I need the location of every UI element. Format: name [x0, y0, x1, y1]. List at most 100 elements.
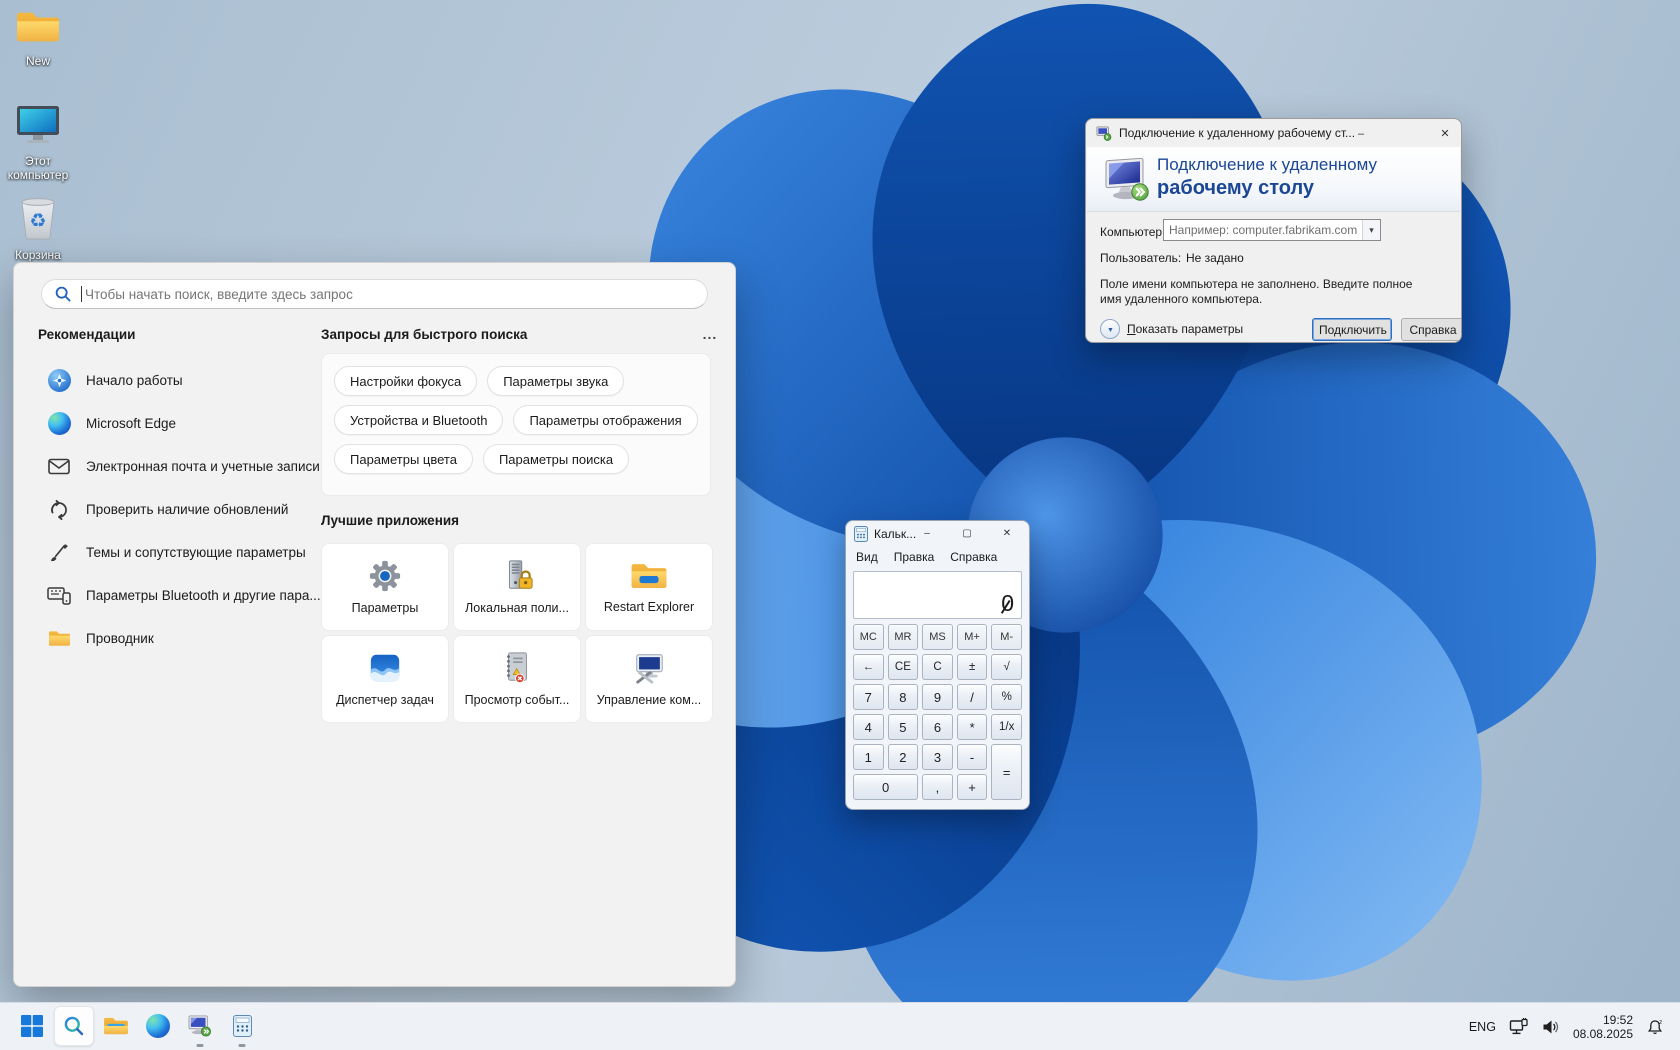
minimize-icon[interactable]: –: [1345, 121, 1377, 145]
chevron-down-icon[interactable]: ▾: [1362, 220, 1380, 240]
notification-bell-icon[interactable]: z: [1646, 1018, 1664, 1036]
desktop-icon-new-folder[interactable]: New: [0, 8, 76, 68]
calc-key-decimal[interactable]: ,: [922, 774, 953, 800]
calc-key-2[interactable]: 2: [887, 744, 919, 770]
calc-key-6[interactable]: 6: [922, 714, 953, 740]
calc-key-multiply[interactable]: *: [956, 714, 988, 740]
folder-icon: [17, 12, 59, 42]
recommendation-get-started[interactable]: Начало работы: [38, 359, 318, 402]
recommendation-explorer[interactable]: Проводник: [38, 617, 318, 660]
calc-key-3[interactable]: 3: [922, 744, 953, 770]
rdp-window-title: Подключение к удаленному рабочему ст...: [1119, 126, 1356, 140]
start-button[interactable]: [12, 1006, 52, 1046]
desktop-icon-recycle-bin[interactable]: ♻ Корзина: [0, 196, 76, 262]
calc-key-7[interactable]: 7: [853, 684, 884, 710]
calc-key-mc[interactable]: MC: [853, 624, 884, 650]
calc-key-9[interactable]: 9: [922, 684, 953, 710]
search-icon: [55, 286, 71, 302]
calc-key-ce[interactable]: CE: [887, 654, 919, 680]
more-options-button[interactable]: ...: [696, 323, 724, 345]
close-icon[interactable]: ✕: [987, 522, 1027, 544]
calc-key-minus[interactable]: -: [956, 744, 988, 770]
taskbar-apps: [12, 1006, 262, 1047]
maximize-icon[interactable]: ▢: [947, 522, 987, 544]
calc-key-1[interactable]: 1: [853, 744, 884, 770]
taskbar-edge-button[interactable]: [138, 1006, 178, 1046]
recommendation-themes[interactable]: Темы и сопутствующие параметры: [38, 531, 318, 574]
app-tile-task-manager[interactable]: Диспетчер задач: [321, 635, 449, 723]
quick-search-pill[interactable]: Параметры отображения: [513, 405, 698, 435]
calc-key-8[interactable]: 8: [887, 684, 919, 710]
recommendation-edge[interactable]: Microsoft Edge: [38, 402, 318, 445]
app-tile-local-policy[interactable]: Локальная поли...: [453, 543, 581, 631]
calculator-display-value: 0: [1001, 590, 1014, 616]
calculator-titlebar[interactable]: Кальк... – ▢ ✕: [846, 521, 1029, 547]
menu-help[interactable]: Справка: [950, 550, 997, 564]
taskbar: ENG 19:52 08.08.2025 z: [0, 1002, 1680, 1050]
calc-key-sqrt[interactable]: √: [991, 654, 1022, 680]
calc-key-backspace[interactable]: ←: [853, 654, 884, 680]
search-box[interactable]: [41, 279, 708, 309]
taskbar-rdp-button[interactable]: [180, 1006, 220, 1047]
calc-key-plus[interactable]: +: [956, 774, 988, 800]
computer-input[interactable]: [1164, 223, 1362, 237]
recommendation-label: Параметры Bluetooth и другие пара...: [86, 588, 321, 603]
computer-management-icon: [636, 654, 663, 684]
menu-edit[interactable]: Правка: [894, 550, 935, 564]
computer-combobox[interactable]: ▾: [1163, 219, 1381, 241]
calc-key-negate[interactable]: ±: [956, 654, 988, 680]
rdp-bottom-bar: ▼ Показать параметры Подключить Справка: [1100, 318, 1461, 342]
taskbar-calculator-button[interactable]: [222, 1006, 262, 1047]
calc-key-divide[interactable]: /: [956, 684, 988, 710]
user-label: Пользователь:: [1100, 251, 1182, 265]
minimize-icon[interactable]: –: [907, 522, 947, 544]
rdp-titlebar[interactable]: Подключение к удаленному рабочему ст... …: [1086, 119, 1461, 147]
network-icon[interactable]: [1509, 1018, 1529, 1036]
recommendation-mail-accounts[interactable]: Электронная почта и учетные записи: [38, 445, 320, 488]
show-options-link[interactable]: Показать параметры: [1127, 322, 1243, 336]
search-icon: [64, 1016, 84, 1036]
calc-key-m-minus[interactable]: M-: [991, 624, 1022, 650]
rdp-window-icon: [1096, 125, 1112, 141]
calc-key-ms[interactable]: MS: [922, 624, 953, 650]
quick-search-pill[interactable]: Параметры поиска: [482, 444, 630, 474]
recommendation-check-updates[interactable]: Проверить наличие обновлений: [38, 488, 318, 531]
menu-view[interactable]: Вид: [856, 550, 878, 564]
text-caret: [81, 286, 82, 302]
taskbar-search-button[interactable]: [54, 1006, 94, 1046]
calc-key-4[interactable]: 4: [853, 714, 884, 740]
show-options-chevron-icon[interactable]: ▼: [1100, 319, 1120, 339]
search-input[interactable]: [83, 285, 695, 303]
calc-key-reciprocal[interactable]: 1/x: [991, 714, 1022, 740]
volume-icon[interactable]: [1542, 1019, 1560, 1035]
close-icon[interactable]: ✕: [1429, 121, 1461, 145]
svg-text:♻: ♻: [29, 210, 46, 232]
calc-key-clear[interactable]: C: [922, 654, 953, 680]
calc-key-mr[interactable]: MR: [887, 624, 919, 650]
app-tile-settings[interactable]: Параметры: [321, 543, 449, 631]
quick-search-pill[interactable]: Устройства и Bluetooth: [334, 405, 504, 435]
calc-key-5[interactable]: 5: [887, 714, 919, 740]
recommendation-bluetooth-devices[interactable]: Параметры Bluetooth и другие пара...: [38, 574, 321, 617]
calc-key-equals[interactable]: =: [991, 744, 1022, 800]
desktop-icon-label: Этот компьютер: [7, 154, 69, 182]
app-tile-restart-explorer[interactable]: Restart Explorer: [585, 543, 713, 631]
taskbar-explorer-button[interactable]: [96, 1006, 136, 1046]
help-button[interactable]: Справка: [1401, 318, 1461, 341]
calc-key-m-plus[interactable]: M+: [956, 624, 988, 650]
calc-key-0[interactable]: 0: [853, 774, 919, 800]
calc-key-percent[interactable]: %: [991, 684, 1022, 710]
quick-searches-card: Настройки фокуса Параметры звука Устройс…: [321, 353, 711, 496]
file-explorer-icon: [104, 1017, 128, 1035]
quick-search-pill[interactable]: Параметры цвета: [334, 444, 473, 474]
desktop-icon-this-pc[interactable]: Этот компьютер: [0, 104, 76, 182]
quick-search-pill[interactable]: Параметры звука: [487, 366, 625, 396]
quick-search-pill[interactable]: Настройки фокуса: [334, 366, 478, 396]
running-indicator: [238, 1044, 246, 1047]
app-tile-label: Управление ком...: [596, 693, 702, 707]
connect-button[interactable]: Подключить: [1312, 318, 1392, 341]
app-tile-computer-management[interactable]: Управление ком...: [585, 635, 713, 723]
clock[interactable]: 19:52 08.08.2025: [1573, 1013, 1633, 1041]
language-indicator[interactable]: ENG: [1469, 1020, 1496, 1034]
app-tile-event-viewer[interactable]: Просмотр событ...: [453, 635, 581, 723]
